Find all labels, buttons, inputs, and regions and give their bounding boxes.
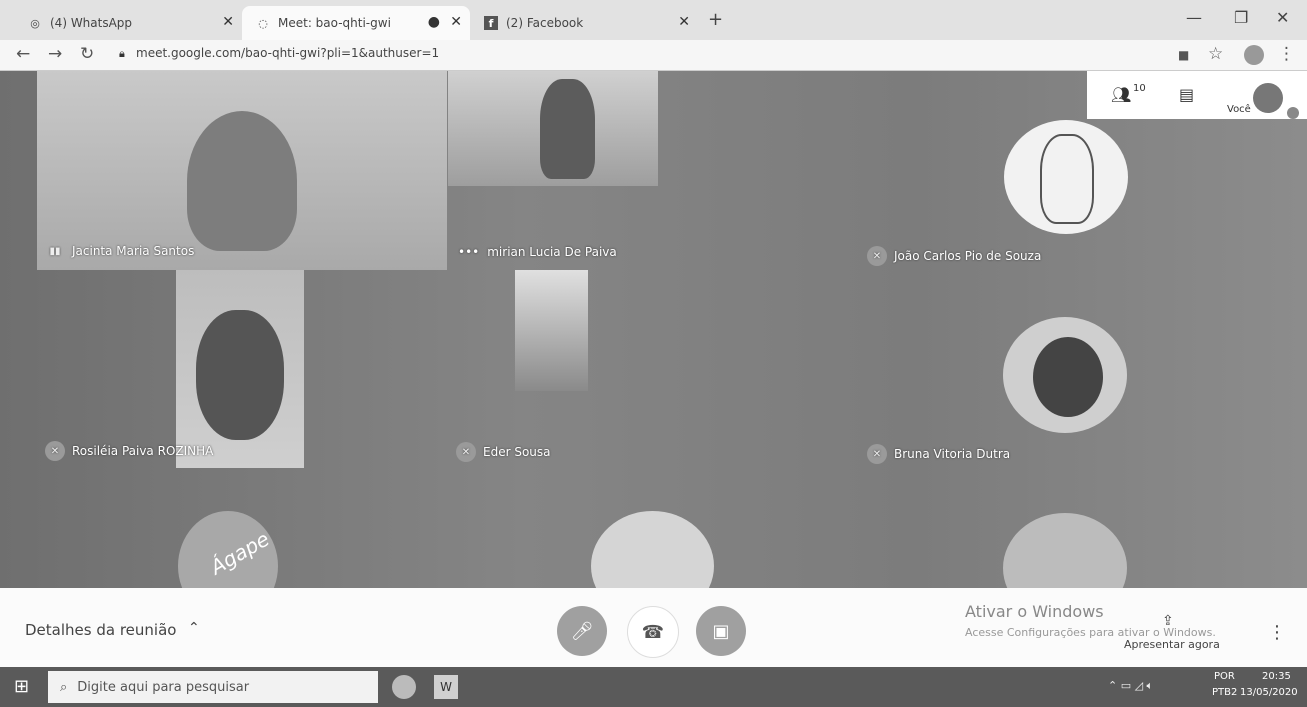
search-icon: ⌕ <box>60 679 68 695</box>
chevron-up-icon[interactable]: ⌃ <box>188 620 200 636</box>
participants-count: 10 <box>1133 83 1146 94</box>
taskbar-search[interactable]: ⌕ Digite aqui para pesquisar <box>48 671 378 703</box>
close-icon[interactable]: ✕ <box>222 14 234 30</box>
participant-name: João Carlos Pio de Souza <box>894 249 1042 263</box>
participant-avatar: Ágape <box>178 511 278 588</box>
avatar-text: Ágape <box>206 526 274 580</box>
chat-icon[interactable]: ▤ <box>1179 85 1194 104</box>
mic-off-icon: ✕ <box>867 444 887 464</box>
tab-label: Meet: bao-qhti-gwi <box>278 16 391 30</box>
participant-video <box>448 71 658 186</box>
person-figure <box>187 111 297 251</box>
camera-off-icon: ▣ <box>712 620 730 642</box>
search-placeholder: Digite aqui para pesquisar <box>77 679 250 695</box>
participant-avatar <box>1003 513 1127 588</box>
participant-label: ✕ Rosiléia Paiva ROZINHA <box>45 441 213 461</box>
participant-name: Bruna Vitoria Dutra <box>894 447 1011 461</box>
mic-status-icon <box>1287 107 1299 119</box>
participant-avatar <box>1004 120 1128 234</box>
windows-start-icon[interactable]: ⊞ <box>14 676 29 697</box>
mic-off-icon: ✕ <box>456 442 476 462</box>
word-app-icon[interactable]: W <box>434 675 458 699</box>
mic-off-icon: 🎤︎ <box>570 620 594 642</box>
profile-avatar[interactable] <box>1244 45 1264 65</box>
tab-facebook[interactable]: f (2) Facebook ✕ <box>470 6 698 40</box>
present-now-button[interactable]: Apresentar agora <box>1124 638 1220 651</box>
clock-time[interactable]: 20:35 <box>1262 671 1291 682</box>
person-figure <box>1033 337 1103 417</box>
audio-level-icon: ▮▮ <box>49 245 61 257</box>
cortana-icon[interactable] <box>392 675 416 699</box>
meet-icon: ◌ <box>258 16 268 30</box>
participant-name: Jacinta Maria Santos <box>72 244 195 258</box>
participant-avatar <box>591 511 714 588</box>
participant-avatar <box>1003 317 1127 433</box>
camera-toggle-button[interactable]: ▣ <box>696 606 746 656</box>
tab-whatsapp[interactable]: ◎ (4) WhatsApp ✕ <box>14 6 242 40</box>
bookmark-star-icon[interactable]: ☆ <box>1208 44 1223 64</box>
more-options-icon[interactable]: ⋮ <box>1268 622 1286 643</box>
close-icon[interactable]: ✕ <box>678 14 690 30</box>
participant-label: ✕ Eder Sousa <box>456 442 551 462</box>
meeting-video-grid: ▮▮ Jacinta Maria Santos ••• mirian Lucia… <box>0 71 1307 588</box>
whatsapp-icon: ◎ <box>30 16 40 30</box>
self-view-avatar[interactable] <box>1253 83 1283 113</box>
language-indicator[interactable]: POR <box>1214 671 1235 682</box>
participant-label: ••• mirian Lucia De Paiva <box>458 245 617 259</box>
minimize-icon[interactable]: — <box>1186 8 1202 27</box>
meet-top-right-panel: 👥︎ 10 ▤ Você <box>1087 71 1307 119</box>
leave-call-button[interactable]: ☎ <box>627 606 679 658</box>
restore-icon[interactable]: ❐ <box>1234 8 1248 27</box>
clock-date[interactable]: 13/05/2020 <box>1240 687 1298 698</box>
person-figure <box>196 310 284 440</box>
self-label: Você <box>1227 104 1251 115</box>
window-close-icon[interactable]: ✕ <box>1276 8 1289 27</box>
windows-activation-title: Ativar o Windows <box>965 602 1104 621</box>
mic-toggle-button[interactable]: 🎤︎ <box>557 606 607 656</box>
mic-off-icon: ✕ <box>867 246 887 266</box>
camera-icon[interactable]: ■ <box>1178 48 1189 62</box>
keyboard-layout[interactable]: PTB2 <box>1212 687 1237 698</box>
reload-icon[interactable]: ↻ <box>80 44 94 64</box>
participant-name: Rosiléia Paiva ROZINHA <box>72 444 214 458</box>
more-dots-icon: ••• <box>458 245 480 259</box>
menu-icon[interactable]: ⋮ <box>1278 44 1295 64</box>
forward-icon[interactable]: → <box>48 44 62 64</box>
back-icon[interactable]: ← <box>16 44 30 64</box>
meeting-controls-bar: Detalhes da reunião ⌃ 🎤︎ ☎ ▣ Ativar o Wi… <box>0 588 1307 667</box>
tab-label: (4) WhatsApp <box>50 16 133 30</box>
participant-name: mirian Lucia De Paiva <box>487 245 617 259</box>
address-bar: ← → ↻ 🔒︎ meet.google.com/bao-qhti-gwi?pl… <box>0 40 1307 71</box>
meeting-details-button[interactable]: Detalhes da reunião <box>25 621 176 639</box>
facebook-icon: f <box>484 16 498 30</box>
participant-name: Eder Sousa <box>483 445 551 459</box>
tab-label: (2) Facebook <box>506 16 584 30</box>
participant-label: ✕ João Carlos Pio de Souza <box>867 246 1041 266</box>
hang-up-icon: ☎ <box>641 621 665 643</box>
present-icon[interactable]: ⇪ <box>1162 613 1174 629</box>
windows-taskbar: ⊞ ⌕ Digite aqui para pesquisar W ⌃ ▭ ◿ 🔈… <box>0 667 1307 707</box>
close-icon[interactable]: ✕ <box>450 14 462 30</box>
new-tab-button[interactable]: + <box>708 9 723 30</box>
participants-icon[interactable]: 👥︎ <box>1111 85 1131 104</box>
tray-icons[interactable]: ⌃ ▭ ◿ 🔈︎ <box>1108 679 1153 693</box>
mic-off-icon: ✕ <box>45 441 65 461</box>
person-figure <box>540 79 595 179</box>
tab-meet[interactable]: ◌ Meet: bao-qhti-gwi ● ✕ <box>242 6 470 40</box>
participant-video <box>515 270 588 391</box>
participant-label: ✕ Bruna Vitoria Dutra <box>867 444 1010 464</box>
participant-video <box>176 270 304 468</box>
browser-tab-strip: ◎ (4) WhatsApp ✕ ◌ Meet: bao-qhti-gwi ● … <box>0 0 1307 40</box>
recording-indicator-icon: ● <box>427 14 440 30</box>
lock-icon: 🔒︎ <box>119 47 125 60</box>
url-field[interactable]: meet.google.com/bao-qhti-gwi?pli=1&authu… <box>136 46 439 60</box>
drawn-face <box>1040 134 1094 224</box>
participant-label: ▮▮ Jacinta Maria Santos <box>45 241 194 261</box>
